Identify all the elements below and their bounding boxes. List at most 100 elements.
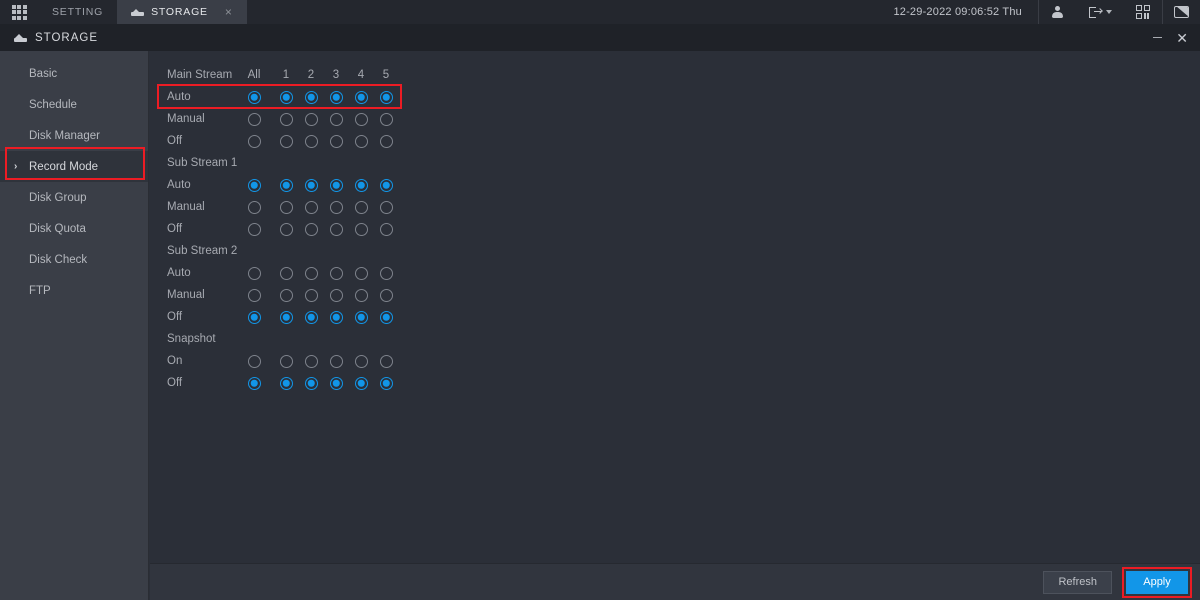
- radio-snapshot-on-2[interactable]: [304, 354, 318, 368]
- sidebar-item-disk-check[interactable]: Disk Check: [0, 244, 148, 275]
- sidebar-item-disk-group[interactable]: Disk Group: [0, 182, 148, 213]
- radio-sub-stream-2-off-2[interactable]: [304, 310, 318, 324]
- radio-snapshot-off-4[interactable]: [354, 376, 368, 390]
- radio-sub-stream-2-manual-5[interactable]: [379, 288, 393, 302]
- close-icon[interactable]: ×: [225, 6, 233, 18]
- radio-snapshot-off-5[interactable]: [379, 376, 393, 390]
- user-icon: [1052, 6, 1063, 18]
- radio-main-stream-auto-5[interactable]: [379, 90, 393, 104]
- minimize-icon[interactable]: [1153, 36, 1163, 39]
- sidebar-item-label: Disk Check: [29, 253, 88, 266]
- radio-main-stream-manual-4[interactable]: [354, 112, 368, 126]
- qr-code-button[interactable]: [1124, 0, 1162, 24]
- radio-snapshot-on-all[interactable]: [247, 354, 261, 368]
- display-button[interactable]: [1162, 0, 1200, 24]
- radio-sub-stream-1-auto-2[interactable]: [304, 178, 318, 192]
- sidebar-item-ftp[interactable]: FTP: [0, 275, 148, 306]
- radio-snapshot-off-1[interactable]: [279, 376, 293, 390]
- radio-sub-stream-2-manual-3[interactable]: [329, 288, 343, 302]
- sidebar-item-label: Disk Group: [29, 191, 87, 204]
- radio-main-stream-auto-2[interactable]: [304, 90, 318, 104]
- sidebar-item-basic[interactable]: Basic: [0, 58, 148, 89]
- radio-snapshot-on-5[interactable]: [379, 354, 393, 368]
- radio-sub-stream-1-off-5[interactable]: [379, 222, 393, 236]
- radio-main-stream-auto-3[interactable]: [329, 90, 343, 104]
- radio-sub-stream-2-off-all[interactable]: [247, 310, 261, 324]
- apply-button-wrapper: Apply: [1122, 566, 1192, 598]
- radio-main-stream-off-5[interactable]: [379, 134, 393, 148]
- sidebar-item-disk-manager[interactable]: Disk Manager: [0, 120, 148, 151]
- radio-sub-stream-1-manual-all[interactable]: [247, 200, 261, 214]
- radio-sub-stream-1-manual-3[interactable]: [329, 200, 343, 214]
- radio-main-stream-manual-1[interactable]: [279, 112, 293, 126]
- radio-snapshot-off-all[interactable]: [247, 376, 261, 390]
- tab-storage[interactable]: STORAGE ×: [117, 0, 247, 24]
- chevron-right-icon: ›: [14, 161, 18, 172]
- radio-sub-stream-2-manual-2[interactable]: [304, 288, 318, 302]
- radio-main-stream-manual-all[interactable]: [247, 112, 261, 126]
- radio-main-stream-off-2[interactable]: [304, 134, 318, 148]
- radio-main-stream-auto-1[interactable]: [279, 90, 293, 104]
- radio-main-stream-manual-3[interactable]: [329, 112, 343, 126]
- radio-sub-stream-2-auto-3[interactable]: [329, 266, 343, 280]
- radio-snapshot-off-3[interactable]: [329, 376, 343, 390]
- radio-sub-stream-1-manual-1[interactable]: [279, 200, 293, 214]
- radio-sub-stream-2-off-4[interactable]: [354, 310, 368, 324]
- radio-sub-stream-2-auto-5[interactable]: [379, 266, 393, 280]
- logout-button[interactable]: [1076, 0, 1124, 24]
- tab-storage-label: STORAGE: [151, 6, 208, 18]
- radio-main-stream-auto-all[interactable]: [247, 90, 261, 104]
- radio-sub-stream-1-auto-3[interactable]: [329, 178, 343, 192]
- radio-sub-stream-2-manual-4[interactable]: [354, 288, 368, 302]
- radio-sub-stream-1-off-3[interactable]: [329, 222, 343, 236]
- sidebar-item-schedule[interactable]: Schedule: [0, 89, 148, 120]
- radio-sub-stream-1-manual-4[interactable]: [354, 200, 368, 214]
- radio-snapshot-off-2[interactable]: [304, 376, 318, 390]
- sidebar-item-disk-quota[interactable]: Disk Quota: [0, 213, 148, 244]
- radio-sub-stream-1-manual-5[interactable]: [379, 200, 393, 214]
- apply-button[interactable]: Apply: [1126, 570, 1188, 594]
- radio-sub-stream-2-off-3[interactable]: [329, 310, 343, 324]
- radio-sub-stream-2-auto-4[interactable]: [354, 266, 368, 280]
- radio-sub-stream-2-auto-2[interactable]: [304, 266, 318, 280]
- radio-sub-stream-1-auto-5[interactable]: [379, 178, 393, 192]
- radio-sub-stream-1-off-4[interactable]: [354, 222, 368, 236]
- sidebar-item-label: Disk Quota: [29, 222, 86, 235]
- sidebar-item-record-mode[interactable]: › Record Mode: [0, 151, 148, 182]
- radio-sub-stream-2-auto-all[interactable]: [247, 266, 261, 280]
- radio-sub-stream-2-off-5[interactable]: [379, 310, 393, 324]
- radio-sub-stream-1-off-all[interactable]: [247, 222, 261, 236]
- radio-main-stream-off-all[interactable]: [247, 134, 261, 148]
- radio-main-stream-off-4[interactable]: [354, 134, 368, 148]
- radio-snapshot-on-1[interactable]: [279, 354, 293, 368]
- radio-main-stream-off-3[interactable]: [329, 134, 343, 148]
- radio-sub-stream-2-manual-1[interactable]: [279, 288, 293, 302]
- refresh-button[interactable]: Refresh: [1043, 570, 1112, 594]
- grid-menu-button[interactable]: [0, 0, 38, 24]
- tab-setting-label: SETTING: [52, 6, 104, 18]
- radio-main-stream-auto-4[interactable]: [354, 90, 368, 104]
- radio-snapshot-on-4[interactable]: [354, 354, 368, 368]
- radio-main-stream-manual-2[interactable]: [304, 112, 318, 126]
- radio-sub-stream-1-manual-2[interactable]: [304, 200, 318, 214]
- section-title-snapshot: Snapshot: [167, 333, 216, 345]
- user-button[interactable]: [1038, 0, 1076, 24]
- radio-main-stream-manual-5[interactable]: [379, 112, 393, 126]
- radio-sub-stream-1-auto-1[interactable]: [279, 178, 293, 192]
- close-icon[interactable]: ✕: [1176, 31, 1188, 45]
- radio-sub-stream-2-off-1[interactable]: [279, 310, 293, 324]
- radio-sub-stream-1-off-2[interactable]: [304, 222, 318, 236]
- datetime-display: 12-29-2022 09:06:52 Thu: [893, 6, 1022, 18]
- radio-snapshot-on-3[interactable]: [329, 354, 343, 368]
- radio-sub-stream-2-auto-1[interactable]: [279, 266, 293, 280]
- radio-sub-stream-2-manual-all[interactable]: [247, 288, 261, 302]
- row-label-snapshot-on: On: [167, 355, 183, 367]
- radio-main-stream-off-1[interactable]: [279, 134, 293, 148]
- radio-sub-stream-1-auto-all[interactable]: [247, 178, 261, 192]
- sidebar: Basic Schedule Disk Manager › Record Mode Dis…: [0, 51, 149, 600]
- radio-sub-stream-1-off-1[interactable]: [279, 222, 293, 236]
- tab-setting[interactable]: SETTING: [38, 0, 117, 24]
- row-label-sub-stream-2-auto: Auto: [167, 267, 191, 279]
- radio-sub-stream-1-auto-4[interactable]: [354, 178, 368, 192]
